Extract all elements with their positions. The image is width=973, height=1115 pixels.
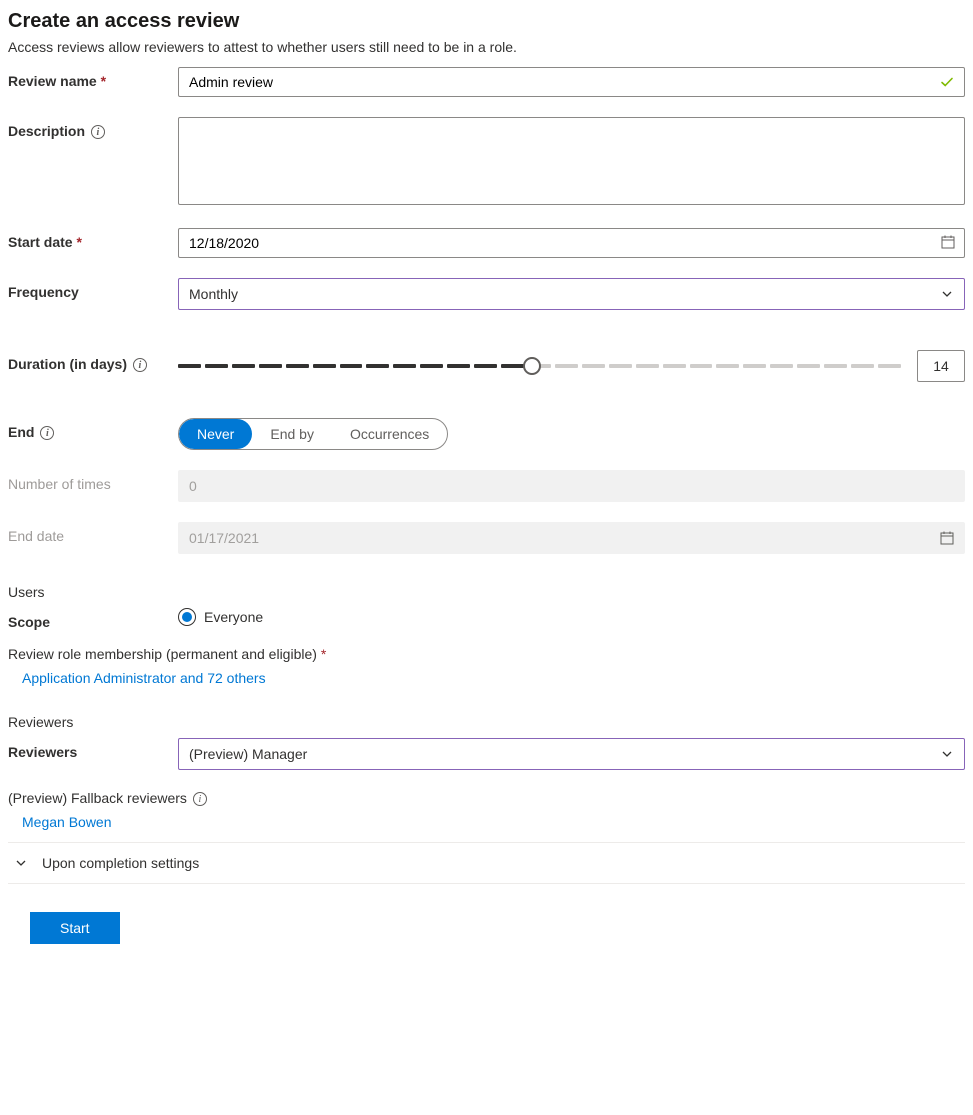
end-date-label: End date [8,522,178,544]
reviewers-select[interactable]: (Preview) Manager [178,738,965,770]
upon-completion-accordion[interactable]: Upon completion settings [8,842,965,884]
end-date-input: 01/17/2021 [178,522,965,554]
calendar-icon [940,531,954,545]
page-subtitle: Access reviews allow reviewers to attest… [8,39,965,55]
start-date-input[interactable] [178,228,965,258]
duration-label: Duration (in days) [8,350,178,372]
description-label: Description [8,117,178,139]
scope-radio-everyone[interactable] [178,608,196,626]
fallback-reviewers-label: (Preview) Fallback reviewers [8,790,965,806]
scope-label: Scope [8,608,178,630]
chevron-down-icon [940,747,954,761]
slider-thumb[interactable] [523,357,541,375]
end-option-endby[interactable]: End by [252,419,332,449]
end-option-group: Never End by Occurrences [178,418,448,450]
reviewers-section: Reviewers [8,714,965,730]
number-of-times-label: Number of times [8,470,178,492]
frequency-select[interactable]: Monthly [178,278,965,310]
fallback-reviewer-link[interactable]: Megan Bowen [8,814,965,830]
reviewers-label: Reviewers [8,738,178,760]
info-icon[interactable] [40,426,54,440]
end-label: End [8,418,178,440]
review-name-label: Review name * [8,67,178,89]
end-option-never[interactable]: Never [179,419,252,449]
duration-value[interactable]: 14 [917,350,965,382]
number-of-times-input: 0 [178,470,965,502]
chevron-down-icon [940,287,954,301]
end-option-occurrences[interactable]: Occurrences [332,419,447,449]
info-icon[interactable] [91,125,105,139]
description-input[interactable] [178,117,965,205]
start-button[interactable]: Start [30,912,120,944]
info-icon[interactable] [133,358,147,372]
chevron-down-icon [14,856,28,870]
duration-slider[interactable] [178,356,901,376]
frequency-label: Frequency [8,278,178,300]
review-name-input[interactable] [178,67,965,97]
info-icon[interactable] [193,792,207,806]
accordion-label: Upon completion settings [42,855,199,871]
page-title: Create an access review [8,10,965,33]
scope-value: Everyone [204,609,263,625]
users-section: Users [8,584,965,600]
role-membership-link[interactable]: Application Administrator and 72 others [8,670,965,686]
role-membership-label: Review role membership (permanent and el… [8,646,965,662]
start-date-label: Start date * [8,228,178,250]
